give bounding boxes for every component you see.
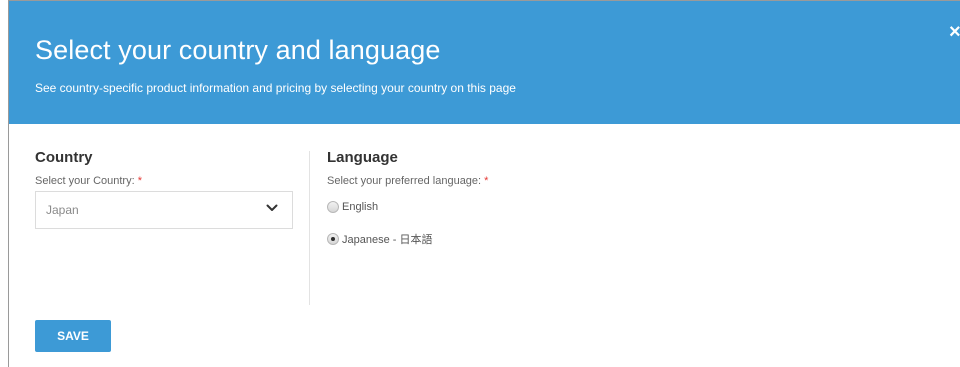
close-icon[interactable]: × [949, 22, 960, 42]
english-radio[interactable] [327, 201, 339, 213]
language-field-label: Select your preferred language: * [327, 174, 627, 188]
language-heading: Language [327, 149, 398, 166]
modal-header: Select your country and language See cou… [9, 1, 960, 124]
country-select-value: Japan [46, 203, 79, 217]
language-label-text: Select your preferred language: [327, 175, 482, 187]
country-label-text: Select your Country: [35, 175, 135, 187]
column-divider [309, 151, 310, 305]
country-field-label: Select your Country: * [35, 174, 295, 188]
modal-title: Select your country and language [35, 35, 441, 65]
country-select[interactable]: Japan [35, 191, 293, 229]
required-mark: * [137, 175, 142, 187]
japanese-radio-label[interactable]: Japanese - 日本語 [342, 231, 432, 247]
country-heading: Country [35, 149, 93, 166]
country-section: Country Select your Country: * Japan [35, 149, 295, 229]
english-radio-label[interactable]: English [342, 201, 378, 213]
language-option-japanese[interactable]: Japanese - 日本語 [327, 231, 432, 247]
save-button[interactable]: SAVE [35, 320, 111, 352]
language-section: Language Select your preferred language:… [327, 149, 627, 246]
required-mark: * [484, 175, 489, 187]
language-option-english[interactable]: English [327, 199, 378, 215]
modal-subtitle: See country-specific product information… [35, 81, 516, 95]
chevron-down-icon [266, 204, 278, 211]
japanese-radio[interactable] [327, 233, 339, 245]
country-language-modal: Select your country and language See cou… [8, 0, 960, 367]
